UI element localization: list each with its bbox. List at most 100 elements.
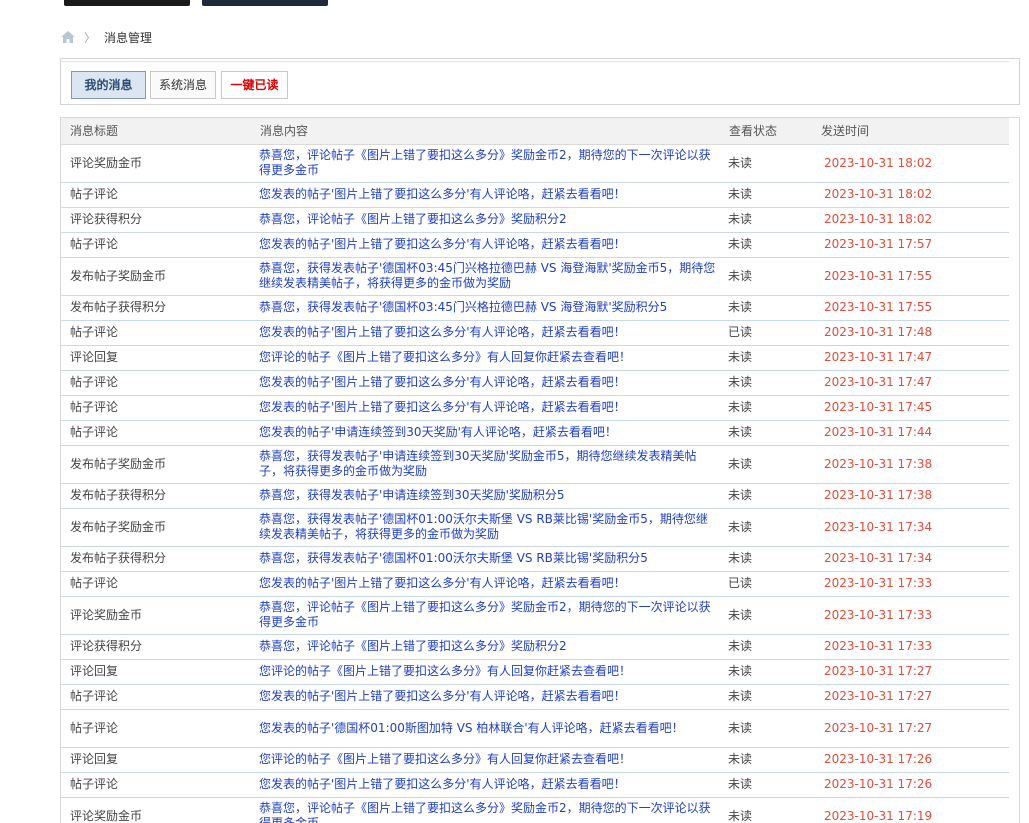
message-status-cell: 未读 bbox=[720, 182, 812, 208]
header-title: 消息标题 bbox=[61, 118, 251, 145]
message-title-cell: 评论奖励金币 bbox=[61, 596, 251, 635]
message-time-cell: 2023-10-31 17:34 bbox=[812, 546, 1009, 572]
message-content-link[interactable]: 您发表的帖子'申请连续签到30天奖励'有人评论咯，赶紧去看看吧！ bbox=[251, 420, 720, 446]
table-row: 评论奖励金币 恭喜您，评论帖子《图片上错了要扣这么多分》奖励金币2，期待您的下一次… bbox=[61, 144, 1009, 183]
message-status-cell: 未读 bbox=[720, 232, 812, 258]
message-time-cell: 2023-10-31 17:27 bbox=[812, 709, 1009, 748]
table-row: 评论获得积分 恭喜您，评论帖子《图片上错了要扣这么多分》奖励积分2 未读 2023-1… bbox=[61, 634, 1009, 660]
message-content-link[interactable]: 您发表的帖子'图片上错了要扣这么多分'有人评论咯，赶紧去看看吧！ bbox=[251, 684, 720, 710]
message-status-cell: 未读 bbox=[720, 659, 812, 685]
message-content-link[interactable]: 您评论的帖子《图片上错了要扣这么多分》有人回复你赶紧去查看吧！ bbox=[251, 747, 720, 773]
table-row: 评论获得积分 恭喜您，评论帖子《图片上错了要扣这么多分》奖励积分2 未读 2023-1… bbox=[61, 207, 1009, 233]
message-time-cell: 2023-10-31 17:26 bbox=[812, 747, 1009, 773]
message-content-link[interactable]: 恭喜您，评论帖子《图片上错了要扣这么多分》奖励金币2，期待您的下一次评论以获得更… bbox=[251, 797, 720, 823]
message-content-link[interactable]: 您发表的帖子'图片上错了要扣这么多分'有人评论咯，赶紧去看看吧！ bbox=[251, 370, 720, 396]
message-status-cell: 未读 bbox=[720, 797, 812, 823]
message-time-cell: 2023-10-31 18:02 bbox=[812, 207, 1009, 233]
message-title-cell: 帖子评论 bbox=[61, 320, 251, 346]
top-banner-strip bbox=[0, 0, 1029, 12]
message-status-cell: 未读 bbox=[720, 257, 812, 296]
table-row: 帖子评论 您发表的帖子'申请连续签到30天奖励'有人评论咯，赶紧去看看吧！ 未读 20… bbox=[61, 420, 1009, 446]
message-content-link[interactable]: 您发表的帖子'图片上错了要扣这么多分'有人评论咯，赶紧去看看吧！ bbox=[251, 182, 720, 208]
message-status-cell: 未读 bbox=[720, 684, 812, 710]
table-row: 帖子评论 您发表的帖子'德国杯01:00斯图加特 VS 柏林联合'有人评论咯，赶紧… bbox=[61, 709, 1009, 748]
message-title-cell: 评论获得积分 bbox=[61, 207, 251, 233]
message-content-link[interactable]: 恭喜您，获得发表帖子'德国杯01:00沃尔夫斯堡 VS RB莱比锡'奖励积分5 bbox=[251, 546, 720, 572]
message-time-cell: 2023-10-31 17:33 bbox=[812, 634, 1009, 660]
table-row: 发布帖子奖励金币 恭喜您，获得发表帖子'申请连续签到30天奖励'奖励金币5，期待您… bbox=[61, 445, 1009, 484]
message-time-cell: 2023-10-31 17:48 bbox=[812, 320, 1009, 346]
message-title-cell: 发布帖子获得积分 bbox=[61, 546, 251, 572]
table-row: 发布帖子奖励金币 恭喜您，获得发表帖子'德国杯01:00沃尔夫斯堡 VS RB莱比… bbox=[61, 508, 1009, 547]
message-content-link[interactable]: 您评论的帖子《图片上错了要扣这么多分》有人回复你赶紧去查看吧！ bbox=[251, 659, 720, 685]
message-time-cell: 2023-10-31 17:27 bbox=[812, 659, 1009, 685]
message-status-cell: 未读 bbox=[720, 483, 812, 509]
table-row: 发布帖子奖励金币 恭喜您，获得发表帖子'德国杯03:45门兴格拉德巴赫 VS 海登… bbox=[61, 257, 1009, 296]
message-title-cell: 帖子评论 bbox=[61, 182, 251, 208]
breadcrumb-current: 消息管理 bbox=[104, 30, 153, 45]
message-title-cell: 评论奖励金币 bbox=[61, 144, 251, 183]
message-content-link[interactable]: 恭喜您，获得发表帖子'德国杯03:45门兴格拉德巴赫 VS 海登海默'奖励积分5 bbox=[251, 295, 720, 321]
message-content-link[interactable]: 恭喜您，获得发表帖子'申请连续签到30天奖励'奖励积分5 bbox=[251, 483, 720, 509]
message-time-cell: 2023-10-31 17:38 bbox=[812, 445, 1009, 484]
message-status-cell: 未读 bbox=[720, 508, 812, 547]
message-status-cell: 未读 bbox=[720, 747, 812, 773]
message-status-cell: 未读 bbox=[720, 207, 812, 233]
message-status-cell: 未读 bbox=[720, 144, 812, 183]
table-row: 评论回复 您评论的帖子《图片上错了要扣这么多分》有人回复你赶紧去查看吧！ 未读 202… bbox=[61, 659, 1009, 685]
message-content-link[interactable]: 您发表的帖子'图片上错了要扣这么多分'有人评论咯，赶紧去看看吧！ bbox=[251, 571, 720, 597]
table-row: 帖子评论 您发表的帖子'图片上错了要扣这么多分'有人评论咯，赶紧去看看吧！ 未读 20… bbox=[61, 772, 1009, 798]
message-time-cell: 2023-10-31 17:55 bbox=[812, 295, 1009, 321]
message-content-link[interactable]: 恭喜您，评论帖子《图片上错了要扣这么多分》奖励金币2，期待您的下一次评论以获得更… bbox=[251, 144, 720, 183]
message-time-cell: 2023-10-31 17:44 bbox=[812, 420, 1009, 446]
table-row: 发布帖子获得积分 恭喜您，获得发表帖子'德国杯03:45门兴格拉德巴赫 VS 海登… bbox=[61, 295, 1009, 321]
home-icon[interactable] bbox=[60, 30, 76, 44]
message-table-container: 消息标题 消息内容 查看状态 发送时间 评论奖励金币 恭喜您，评论帖子《图片上错了… bbox=[60, 117, 1020, 823]
table-row: 帖子评论 您发表的帖子'图片上错了要扣这么多分'有人评论咯，赶紧去看看吧！ 未读 20… bbox=[61, 684, 1009, 710]
tab-system-messages[interactable]: 系统消息 bbox=[150, 71, 216, 99]
message-content-link[interactable]: 您发表的帖子'德国杯01:00斯图加特 VS 柏林联合'有人评论咯，赶紧去看看吧… bbox=[251, 709, 720, 748]
message-time-cell: 2023-10-31 17:55 bbox=[812, 257, 1009, 296]
message-content-link[interactable]: 恭喜您，获得发表帖子'申请连续签到30天奖励'奖励金币5，期待您继续发表精美帖子… bbox=[251, 445, 720, 484]
message-status-cell: 未读 bbox=[720, 596, 812, 635]
message-content-link[interactable]: 恭喜您，评论帖子《图片上错了要扣这么多分》奖励金币2，期待您的下一次评论以获得更… bbox=[251, 596, 720, 635]
message-content-link[interactable]: 恭喜您，评论帖子《图片上错了要扣这么多分》奖励积分2 bbox=[251, 207, 720, 233]
message-status-cell: 未读 bbox=[720, 445, 812, 484]
message-time-cell: 2023-10-31 17:47 bbox=[812, 345, 1009, 371]
message-status-cell: 未读 bbox=[720, 420, 812, 446]
message-content-link[interactable]: 恭喜您，获得发表帖子'德国杯01:00沃尔夫斯堡 VS RB莱比锡'奖励金币5，… bbox=[251, 508, 720, 547]
message-title-cell: 评论回复 bbox=[61, 345, 251, 371]
message-content-link[interactable]: 您发表的帖子'图片上错了要扣这么多分'有人评论咯，赶紧去看看吧！ bbox=[251, 320, 720, 346]
message-status-cell: 未读 bbox=[720, 395, 812, 421]
message-status-cell: 未读 bbox=[720, 709, 812, 748]
message-title-cell: 发布帖子奖励金币 bbox=[61, 257, 251, 296]
message-content-link[interactable]: 恭喜您，获得发表帖子'德国杯03:45门兴格拉德巴赫 VS 海登海默'奖励金币5… bbox=[251, 257, 720, 296]
message-title-cell: 帖子评论 bbox=[61, 684, 251, 710]
table-row: 发布帖子获得积分 恭喜您，获得发表帖子'申请连续签到30天奖励'奖励积分5 未读 20… bbox=[61, 483, 1009, 509]
message-status-cell: 未读 bbox=[720, 634, 812, 660]
table-row: 帖子评论 您发表的帖子'图片上错了要扣这么多分'有人评论咯，赶紧去看看吧！ 未读 20… bbox=[61, 182, 1009, 208]
table-row: 帖子评论 您发表的帖子'图片上错了要扣这么多分'有人评论咯，赶紧去看看吧！ 已读 20… bbox=[61, 320, 1009, 346]
message-title-cell: 发布帖子奖励金币 bbox=[61, 445, 251, 484]
message-content-link[interactable]: 您发表的帖子'图片上错了要扣这么多分'有人评论咯，赶紧去看看吧！ bbox=[251, 772, 720, 798]
tab-my-messages[interactable]: 我的消息 bbox=[71, 71, 146, 99]
message-title-cell: 发布帖子获得积分 bbox=[61, 295, 251, 321]
table-row: 评论奖励金币 恭喜您，评论帖子《图片上错了要扣这么多分》奖励金币2，期待您的下一次… bbox=[61, 797, 1009, 823]
message-time-cell: 2023-10-31 17:27 bbox=[812, 684, 1009, 710]
message-content-link[interactable]: 您发表的帖子'图片上错了要扣这么多分'有人评论咯，赶紧去看看吧！ bbox=[251, 232, 720, 258]
message-content-link[interactable]: 您评论的帖子《图片上错了要扣这么多分》有人回复你赶紧去查看吧！ bbox=[251, 345, 720, 371]
message-status-cell: 未读 bbox=[720, 772, 812, 798]
banner-image-2[interactable] bbox=[202, 0, 328, 6]
breadcrumb: 〉 消息管理 bbox=[60, 28, 152, 46]
message-content-link[interactable]: 您发表的帖子'图片上错了要扣这么多分'有人评论咯，赶紧去看看吧！ bbox=[251, 395, 720, 421]
message-title-cell: 帖子评论 bbox=[61, 571, 251, 597]
banner-image-1[interactable] bbox=[64, 0, 190, 6]
message-status-cell: 已读 bbox=[720, 571, 812, 597]
message-time-cell: 2023-10-31 17:33 bbox=[812, 571, 1009, 597]
message-title-cell: 帖子评论 bbox=[61, 709, 251, 748]
message-title-cell: 帖子评论 bbox=[61, 370, 251, 396]
message-title-cell: 帖子评论 bbox=[61, 232, 251, 258]
message-time-cell: 2023-10-31 17:33 bbox=[812, 596, 1009, 635]
message-content-link[interactable]: 恭喜您，评论帖子《图片上错了要扣这么多分》奖励积分2 bbox=[251, 634, 720, 660]
mark-all-read-button[interactable]: 一键已读 bbox=[221, 71, 288, 99]
